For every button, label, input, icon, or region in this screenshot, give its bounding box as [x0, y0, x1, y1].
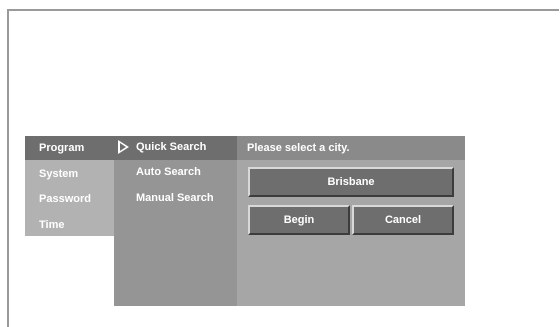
main-menu-item-system[interactable]: System: [25, 162, 114, 186]
main-menu-item-label: System: [39, 168, 79, 180]
main-menu-item-label: Password: [39, 193, 91, 205]
city-prompt: Please select a city.: [247, 142, 350, 154]
main-menu-item-time[interactable]: Time: [25, 213, 114, 237]
main-menu-item-program[interactable]: Program: [25, 136, 114, 160]
cancel-button[interactable]: Cancel: [352, 205, 454, 235]
sub-menu-item-auto-search[interactable]: Auto Search: [136, 166, 201, 178]
sub-menu-item-manual-search[interactable]: Manual Search: [136, 192, 214, 204]
search-panel: Please select a city. Brisbane Begin Can…: [237, 136, 465, 306]
main-menu-item-label: Program: [39, 142, 85, 154]
city-select-button[interactable]: Brisbane: [248, 167, 454, 197]
main-menu: Program System Password Time: [25, 136, 114, 236]
sub-menu: Quick Search Auto Search Manual Search: [114, 136, 237, 306]
main-menu-item-password[interactable]: Password: [25, 187, 114, 211]
begin-button[interactable]: Begin: [248, 205, 350, 235]
sub-menu-item-quick-search[interactable]: Quick Search: [136, 141, 206, 153]
main-menu-item-label: Time: [39, 219, 65, 231]
osd-menu: Program System Password Time Quick Searc…: [25, 136, 465, 306]
play-arrow-icon: [118, 140, 129, 154]
